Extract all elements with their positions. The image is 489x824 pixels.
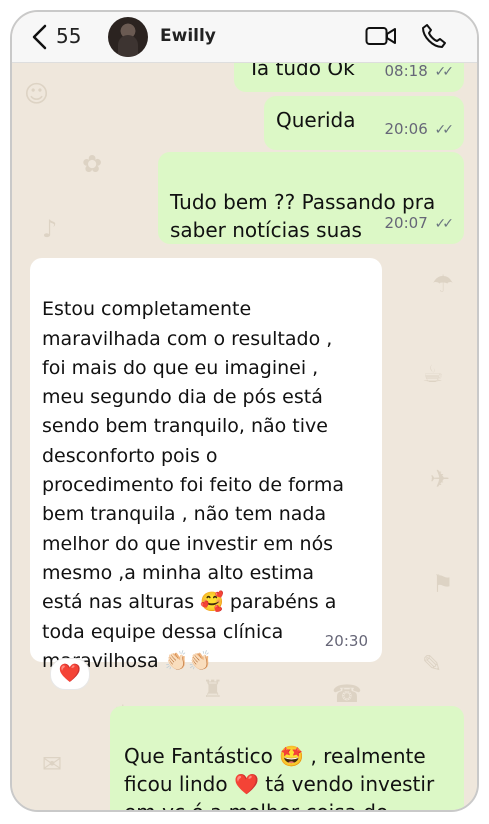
message-text: Estou completamente maravilhada com o re… — [42, 298, 345, 672]
message-time: 20:06 — [384, 120, 428, 138]
video-camera-icon[interactable] — [365, 24, 397, 48]
message-meta: 20:06 ✓✓ — [384, 115, 455, 144]
contact-name[interactable]: Ewilly — [160, 26, 216, 46]
message-time: 20:30 — [324, 631, 368, 650]
double-check-icon: ✓✓ — [434, 122, 455, 138]
avatar[interactable] — [108, 17, 148, 57]
message-text: Que Fantástico 🤩 , realmente ficou lindo… — [124, 744, 435, 812]
message-meta: 20:30 — [325, 627, 368, 656]
message-bubble-outgoing[interactable]: Que Fantástico 🤩 , realmente ficou lindo… — [110, 706, 464, 812]
phone-frame: ☺✿ ♪☂ ☕✈ ⚑✎ ☀✉ ♜☎ 55 Ewilly Ta tudo Ok 0… — [10, 10, 479, 812]
heart-reaction: ❤️ — [58, 663, 82, 684]
message-bubble-incoming[interactable]: Estou completamente maravilhada com o re… — [30, 258, 382, 672]
double-check-icon: ✓✓ — [434, 64, 455, 80]
message-bubble-outgoing[interactable]: Tudo bem ?? Passando pra saber notícias … — [158, 152, 464, 244]
double-check-icon: ✓✓ — [434, 216, 455, 232]
chevron-left-icon[interactable] — [26, 22, 56, 52]
message-bubble-outgoing[interactable]: Querida 20:06 ✓✓ — [264, 96, 464, 150]
message-time: 08:18 — [384, 62, 428, 80]
phone-icon[interactable] — [421, 23, 447, 49]
message-meta: 20:07 ✓✓ — [384, 209, 455, 238]
reaction-badge[interactable]: ❤️ — [50, 658, 90, 690]
message-time: 20:07 — [384, 214, 428, 232]
unread-count[interactable]: 55 — [56, 24, 81, 48]
chat-header: 55 Ewilly — [12, 12, 477, 63]
